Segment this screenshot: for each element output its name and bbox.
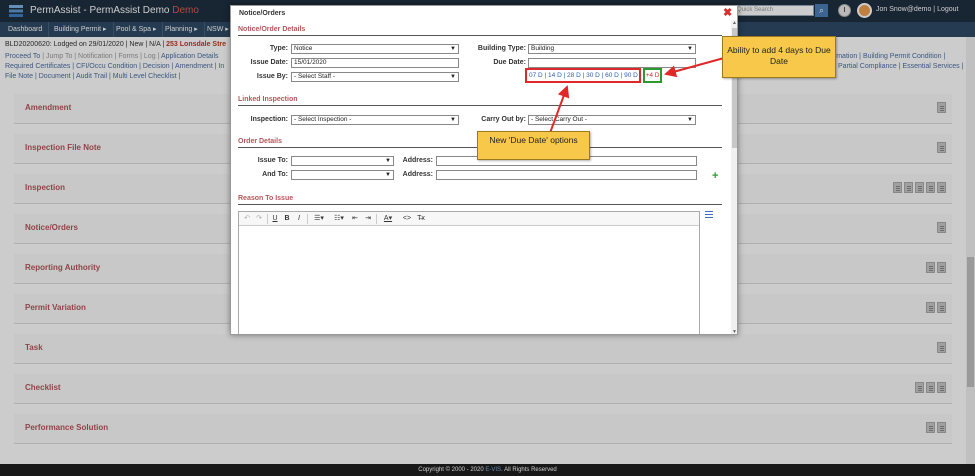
section-notice-order-details: Notice/Order Details (238, 26, 722, 36)
reason-editor[interactable]: ↶ ↷ U B I ☰▾ ☷▾ ⇤ ⇥ A▾ <> T̶x (238, 211, 700, 334)
modal-header: Notice/Orders ✖ (231, 6, 732, 20)
type-select[interactable]: Notice ▼ (291, 44, 459, 54)
section-linked-inspection: Linked Inspection (238, 96, 722, 106)
due-date-label: Due Date: (493, 59, 526, 66)
chevron-down-icon: ▼ (450, 46, 456, 52)
and-to-label: And To: (262, 171, 288, 178)
numbered-list-icon[interactable]: ☷▾ (330, 214, 348, 224)
scroll-up-icon: ▲ (732, 20, 737, 26)
issue-date-field[interactable]: 15/01/2020 (291, 58, 459, 68)
carry-out-select[interactable]: - Select Carry Out - ▼ (528, 115, 696, 125)
bullet-list-icon[interactable]: ☰▾ (310, 214, 328, 224)
and-to-address-field[interactable] (436, 170, 697, 180)
building-type-label: Building Type: (477, 45, 526, 52)
carry-out-label: Carry Out by: (481, 116, 526, 123)
redo-icon[interactable]: ↷ (254, 214, 264, 224)
bold-button[interactable]: B (282, 214, 292, 224)
chevron-down-icon: ▼ (385, 172, 391, 178)
type-label: Type: (269, 45, 288, 52)
issue-date-label: Issue Date: (250, 59, 288, 66)
address-label: Address: (402, 157, 433, 164)
chevron-down-icon: ▼ (687, 46, 693, 52)
chevron-down-icon: ▼ (385, 158, 391, 164)
issue-to-select[interactable]: ▼ (291, 156, 394, 166)
chevron-down-icon: ▼ (450, 117, 456, 123)
text-color-icon[interactable]: A▾ (379, 214, 397, 224)
editor-toolbar: ↶ ↷ U B I ☰▾ ☷▾ ⇤ ⇥ A▾ <> T̶x (239, 212, 699, 226)
list-icon[interactable] (705, 211, 713, 218)
underline-button[interactable]: U (270, 214, 280, 224)
scroll-down-icon: ▼ (732, 329, 737, 335)
add-4-days-button[interactable]: +4 D (643, 68, 662, 83)
issue-by-label: Issue By: (256, 73, 288, 80)
callout-due-date-options: New 'Due Date' options (477, 131, 590, 160)
close-icon[interactable]: ✖ (723, 8, 732, 19)
due-date-quick-options[interactable]: 07 D | 14 D | 28 D | 30 D | 60 D | 90 D (525, 68, 641, 83)
outdent-icon[interactable]: ⇤ (350, 214, 360, 224)
inspection-select[interactable]: - Select Inspection - ▼ (291, 115, 459, 125)
chevron-down-icon: ▼ (450, 74, 456, 80)
section-reason-to-issue: Reason To Issue (238, 195, 722, 205)
issue-to-label: Issue To: (257, 157, 288, 164)
due-date-field[interactable] (528, 58, 696, 68)
plus-icon[interactable]: + (712, 171, 718, 182)
inspection-label: Inspection: (250, 116, 288, 123)
indent-icon[interactable]: ⇥ (363, 214, 373, 224)
building-type-select[interactable]: Building ▼ (528, 44, 696, 54)
modal-title: Notice/Orders (239, 10, 286, 17)
italic-button[interactable]: I (294, 214, 304, 224)
callout-add-days: Ability to add 4 days to Due Date (722, 36, 836, 78)
code-icon[interactable]: <> (401, 214, 413, 224)
notice-orders-modal: Notice/Orders ✖ Notice/Order Details Typ… (230, 5, 738, 335)
address-label: Address: (402, 171, 433, 178)
undo-icon[interactable]: ↶ (242, 214, 252, 224)
chevron-down-icon: ▼ (687, 117, 693, 123)
clear-format-icon[interactable]: T̶x (415, 214, 427, 224)
issue-by-select[interactable]: - Select Staff - ▼ (291, 72, 459, 82)
and-to-select[interactable]: ▼ (291, 170, 394, 180)
